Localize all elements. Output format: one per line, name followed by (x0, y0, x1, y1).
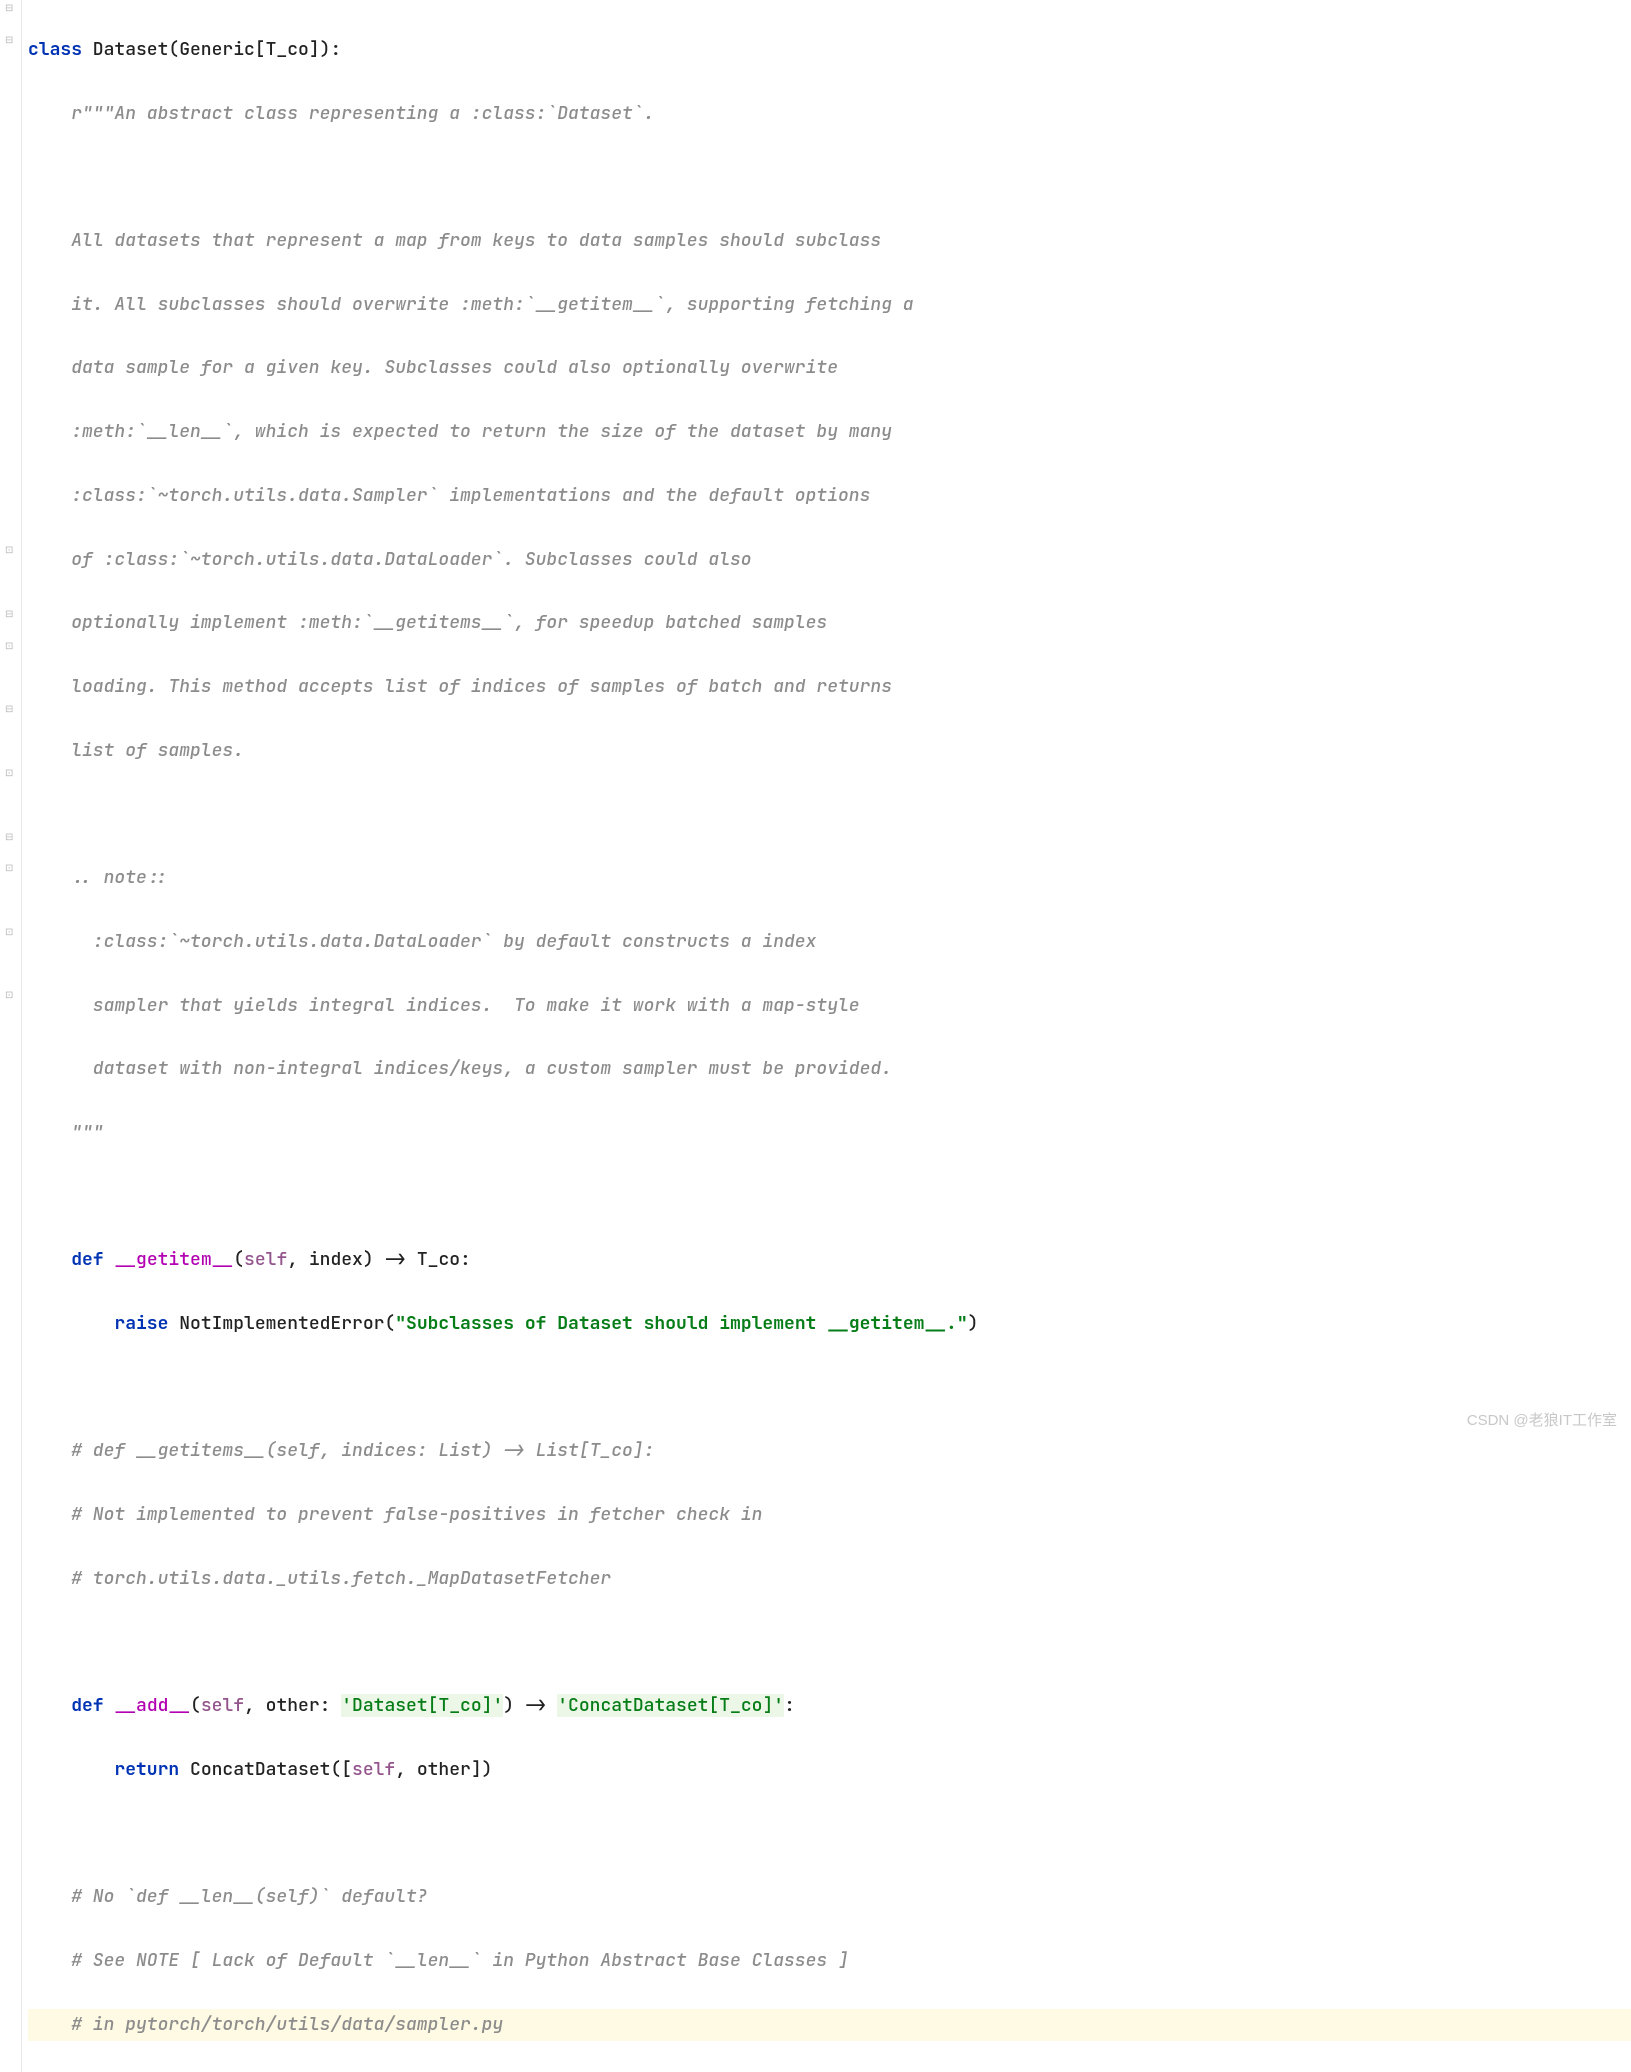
keyword-raise: raise (114, 1312, 168, 1335)
fold-icon[interactable]: ⊡ (5, 990, 17, 1002)
code-line: .. note:: (28, 862, 1631, 894)
code-line: it. All subclasses should overwrite :met… (28, 289, 1631, 321)
code-line: list of samples. (28, 735, 1631, 767)
comment: # torch.utils.data._utils.fetch._MapData… (28, 1567, 611, 1590)
docstring: dataset with non-integral indices/keys, … (28, 1057, 892, 1080)
code-line (28, 798, 1631, 830)
code-line: loading. This method accepts list of ind… (28, 671, 1631, 703)
self-param: self (201, 1694, 244, 1717)
fold-icon[interactable]: ⊟ (5, 704, 17, 716)
fold-icon[interactable]: ⊡ (5, 641, 17, 653)
keyword-class: class (28, 38, 82, 61)
docstring: loading. This method accepts list of ind… (28, 675, 892, 698)
string-literal: 'Dataset[T_co]' (341, 1694, 503, 1717)
code-line: def __add__(self, other: 'Dataset[T_co]'… (28, 1690, 1631, 1722)
docstring: list of samples. (28, 739, 244, 762)
string-literal: "Subclasses of Dataset should implement … (395, 1312, 967, 1335)
docstring: r"""An abstract class representing a :cl… (28, 102, 654, 125)
fold-icon[interactable]: ⊟ (5, 3, 17, 15)
docstring: data sample for a given key. Subclasses … (28, 356, 838, 379)
code-line: """ (28, 1117, 1631, 1149)
fold-icon[interactable]: ⊡ (5, 545, 17, 557)
code-line: # def __getitems__(self, indices: List) … (28, 1435, 1631, 1467)
self-param: self (244, 1248, 287, 1271)
code-line: data sample for a given key. Subclasses … (28, 352, 1631, 384)
code-line (28, 1627, 1631, 1659)
code-line (28, 1372, 1631, 1404)
docstring: :class:`~torch.utils.data.Sampler` imple… (28, 484, 870, 507)
docstring: """ (28, 1121, 104, 1144)
code-line: :class:`~torch.utils.data.DataLoader` by… (28, 926, 1631, 958)
class-name: Dataset(Generic[T_co]): (82, 38, 341, 61)
fold-gutter: ⊟ ⊟ ⊡ ⊟ ⊡ ⊟ ⊡ ⊟ ⊡ ⊡ ⊡ (0, 0, 22, 2072)
watermark: CSDN @老狼IT工作室 (1467, 1408, 1617, 1435)
code-line: return ConcatDataset([self, other]) (28, 1754, 1631, 1786)
string-literal: 'ConcatDataset[T_co]' (557, 1694, 784, 1717)
fold-icon[interactable]: ⊡ (5, 768, 17, 780)
code-line: raise NotImplementedError("Subclasses of… (28, 1308, 1631, 1340)
code-line: optionally implement :meth:`__getitems__… (28, 607, 1631, 639)
docstring: optionally implement :meth:`__getitems__… (28, 611, 827, 634)
code-line: :class:`~torch.utils.data.Sampler` imple… (28, 480, 1631, 512)
code-line: r"""An abstract class representing a :cl… (28, 98, 1631, 130)
fold-icon[interactable]: ⊟ (5, 832, 17, 844)
comment: # No `def __len__(self)` default? (28, 1885, 428, 1908)
docstring: :class:`~torch.utils.data.DataLoader` by… (28, 930, 816, 953)
comment: # in pytorch/torch/utils/data/sampler.py (28, 2013, 503, 2036)
docstring: All datasets that represent a map from k… (28, 229, 881, 252)
keyword-return: return (114, 1758, 179, 1781)
code-line: All datasets that represent a map from k… (28, 225, 1631, 257)
code-line: :meth:`__len__`, which is expected to re… (28, 416, 1631, 448)
code-line (28, 161, 1631, 193)
comment: # def __getitems__(self, indices: List) … (28, 1439, 654, 1462)
comment: # See NOTE [ Lack of Default `__len__` i… (28, 1949, 849, 1972)
docstring: :meth:`__len__`, which is expected to re… (28, 420, 892, 443)
fold-icon[interactable]: ⊟ (5, 35, 17, 47)
keyword-def: def (71, 1694, 103, 1717)
comment: # Not implemented to prevent false-posit… (28, 1503, 762, 1526)
code-line: # torch.utils.data._utils.fetch._MapData… (28, 1563, 1631, 1595)
docstring: sampler that yields integral indices. To… (28, 994, 860, 1017)
fold-icon[interactable]: ⊡ (5, 863, 17, 875)
self-param: self (352, 1758, 395, 1781)
code-line: dataset with non-integral indices/keys, … (28, 1053, 1631, 1085)
keyword-def: def (71, 1248, 103, 1271)
function-name: __getitem__ (114, 1248, 233, 1271)
code-line: # No `def __len__(self)` default? (28, 1881, 1631, 1913)
code-line: of :class:`~torch.utils.data.DataLoader`… (28, 544, 1631, 576)
code-line-current: # in pytorch/torch/utils/data/sampler.py (28, 2009, 1631, 2041)
code-line (28, 1181, 1631, 1213)
fold-icon[interactable]: ⊡ (5, 927, 17, 939)
docstring: it. All subclasses should overwrite :met… (28, 293, 914, 316)
code-line: # See NOTE [ Lack of Default `__len__` i… (28, 1945, 1631, 1977)
code-line: class Dataset(Generic[T_co]): (28, 34, 1631, 66)
code-editor[interactable]: class Dataset(Generic[T_co]): r"""An abs… (22, 0, 1631, 2072)
code-line: # Not implemented to prevent false-posit… (28, 1499, 1631, 1531)
docstring: of :class:`~torch.utils.data.DataLoader`… (28, 548, 752, 571)
docstring: .. note:: (28, 866, 168, 889)
fold-icon[interactable]: ⊟ (5, 609, 17, 621)
code-line: def __getitem__(self, index) -> T_co: (28, 1244, 1631, 1276)
code-line: sampler that yields integral indices. To… (28, 990, 1631, 1022)
code-line (28, 1818, 1631, 1850)
function-name: __add__ (114, 1694, 190, 1717)
